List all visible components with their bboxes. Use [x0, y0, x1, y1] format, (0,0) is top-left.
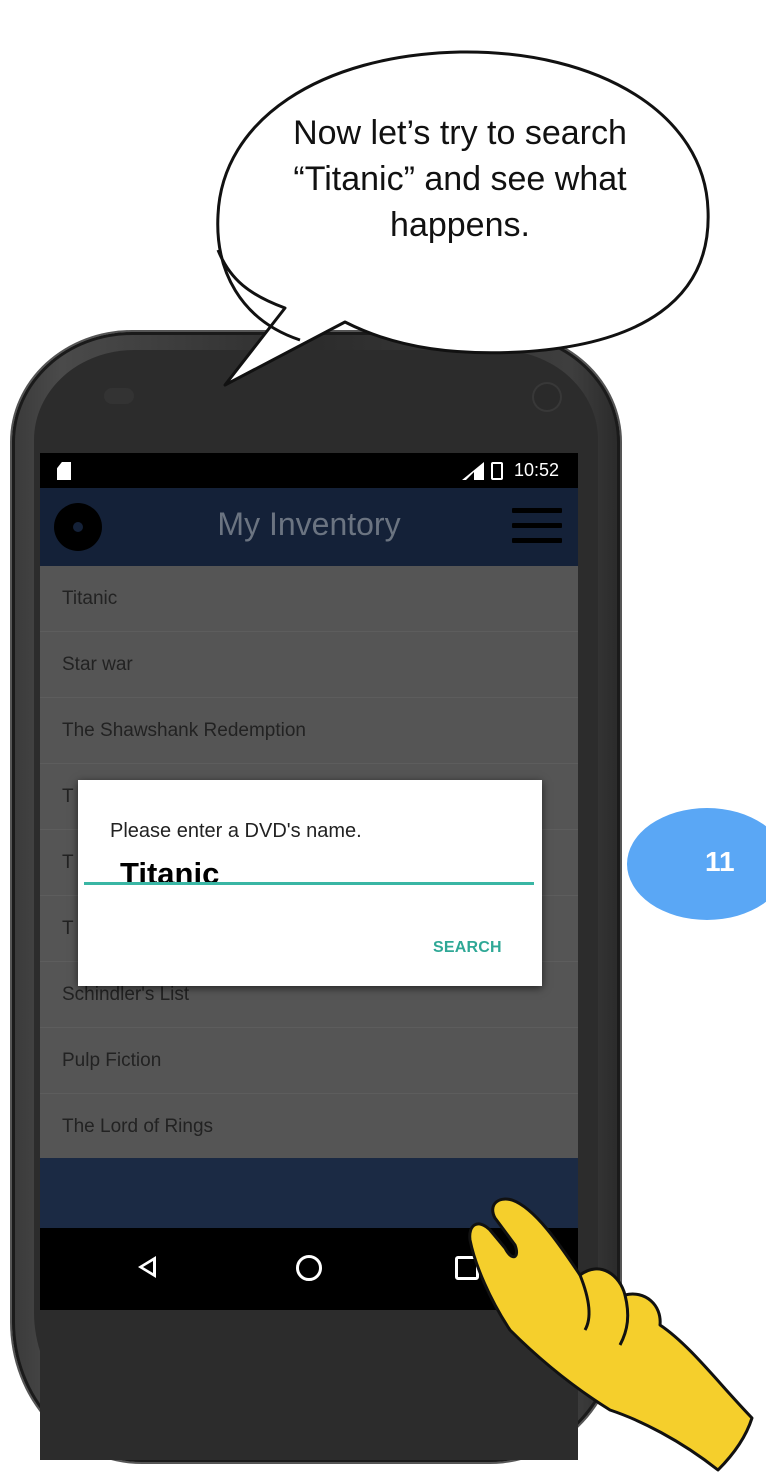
recent-apps-icon[interactable] [455, 1256, 479, 1280]
dialog-message: Please enter a DVD's name. [110, 820, 362, 842]
phone-chin [40, 1310, 578, 1460]
callout-text: Now let’s try to search “Titanic” and se… [250, 110, 670, 248]
callout-line: happens. [390, 206, 530, 244]
speaker-grille [104, 388, 134, 404]
sim-card-icon [57, 462, 71, 480]
phone-screen: 10:52 My Inventory Titanic Star war The … [40, 453, 578, 1460]
list-item[interactable]: The Lord of Rings [40, 1094, 578, 1160]
list-item[interactable]: Pulp Fiction [40, 1028, 578, 1094]
app-bar: My Inventory [40, 488, 578, 566]
signal-icon [462, 462, 484, 480]
callout-line: “Titanic” and see what [293, 160, 627, 198]
battery-icon [491, 462, 503, 480]
search-button[interactable]: SEARCH [433, 939, 502, 957]
hamburger-menu-icon[interactable] [512, 508, 562, 548]
dvd-name-input[interactable] [84, 882, 534, 885]
bottom-panel [40, 1158, 578, 1228]
list-item[interactable]: Star war [40, 632, 578, 698]
callout-line: Now let’s try to search [293, 114, 627, 152]
status-time: 10:52 [514, 460, 560, 480]
home-icon[interactable] [296, 1255, 322, 1281]
back-icon[interactable] [138, 1256, 156, 1278]
list-item[interactable]: Titanic [40, 566, 578, 632]
status-bar: 10:52 [40, 453, 578, 488]
app-title: My Inventory [217, 506, 401, 542]
dvd-name-input-value[interactable]: Titanic [120, 856, 219, 892]
step-number-badge: 11 [627, 808, 766, 920]
list-item[interactable]: The Shawshank Redemption [40, 698, 578, 764]
search-dialog: Please enter a DVD's name. Titanic SEARC… [78, 780, 542, 986]
front-camera-icon [534, 384, 560, 410]
navigation-bar [40, 1228, 578, 1310]
step-number: 11 [705, 846, 735, 877]
